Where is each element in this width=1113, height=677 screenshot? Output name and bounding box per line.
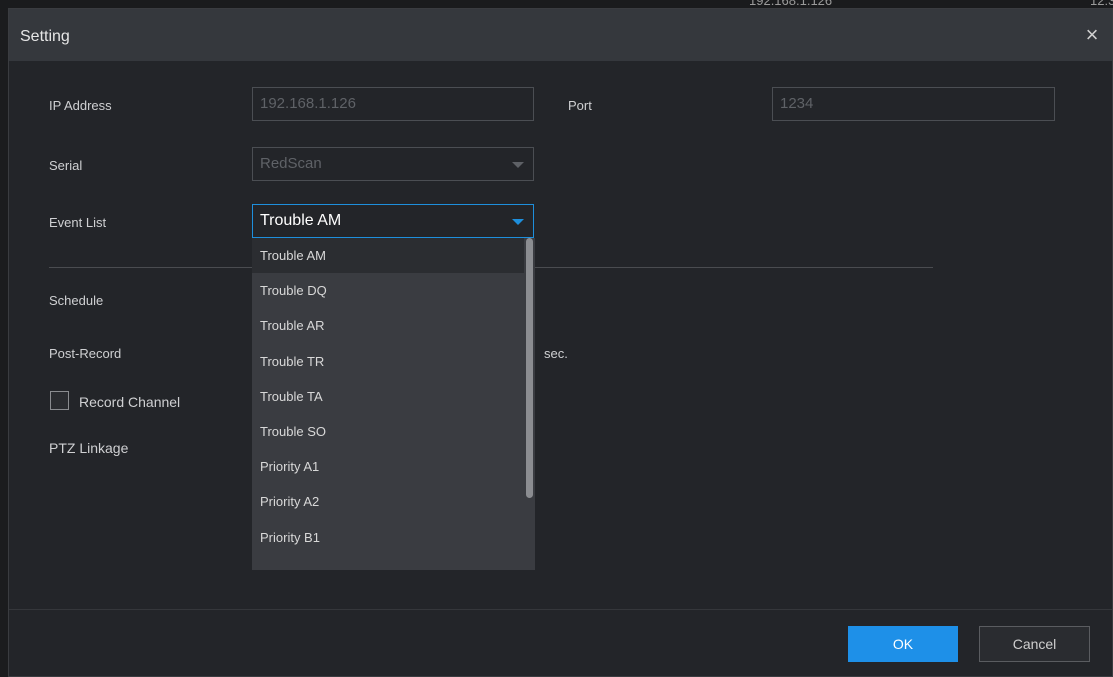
post-record-unit: sec. (544, 346, 568, 361)
dropdown-option[interactable]: Trouble AR (252, 308, 524, 343)
event-list-value: Trouble AM (260, 212, 342, 229)
dropdown-option[interactable]: Priority A1 (252, 449, 524, 484)
record-channel-checkbox[interactable] (50, 391, 69, 410)
dropdown-option[interactable]: Priority B1 (252, 520, 524, 555)
cancel-button[interactable]: Cancel (979, 626, 1090, 662)
background-time-text: 12:3 (1090, 0, 1113, 8)
dropdown-option[interactable]: Trouble TA (252, 379, 524, 414)
event-list-dropdown: Trouble AM Trouble DQ Trouble AR Trouble… (252, 238, 535, 570)
dropdown-option[interactable]: Trouble SO (252, 414, 524, 449)
serial-select[interactable]: RedScan (252, 147, 534, 181)
schedule-label: Schedule (49, 293, 104, 308)
chevron-down-icon (512, 162, 524, 168)
ip-address-label: IP Address (49, 98, 112, 113)
ptz-linkage-label: PTZ Linkage (49, 440, 129, 456)
port-label: Port (568, 98, 592, 113)
dropdown-option[interactable]: Priority A2 (252, 484, 524, 519)
dropdown-scrollbar[interactable] (526, 238, 533, 498)
close-icon[interactable]: × (1080, 23, 1104, 47)
event-list-select[interactable]: Trouble AM (252, 204, 534, 238)
dropdown-option[interactable]: Trouble AM (252, 238, 524, 273)
dialog-title: Setting (20, 28, 70, 45)
setting-dialog: Setting × IP Address 192.168.1.126 Port … (8, 8, 1113, 677)
event-list-label: Event List (49, 215, 107, 230)
dropdown-option[interactable]: Trouble TR (252, 344, 524, 379)
post-record-label: Post-Record (49, 346, 122, 361)
footer-divider (9, 609, 1112, 610)
ip-address-field[interactable]: 192.168.1.126 (252, 87, 534, 121)
dialog-titlebar: Setting × (9, 9, 1112, 61)
background-ip-text: 192.168.1.126 (749, 0, 833, 8)
serial-value: RedScan (260, 155, 322, 172)
port-field[interactable]: 1234 (772, 87, 1055, 121)
ok-button[interactable]: OK (848, 626, 958, 662)
dropdown-option[interactable]: Trouble DQ (252, 273, 524, 308)
chevron-down-icon (512, 219, 524, 225)
record-channel-label: Record Channel (79, 394, 181, 410)
serial-label: Serial (49, 158, 83, 173)
